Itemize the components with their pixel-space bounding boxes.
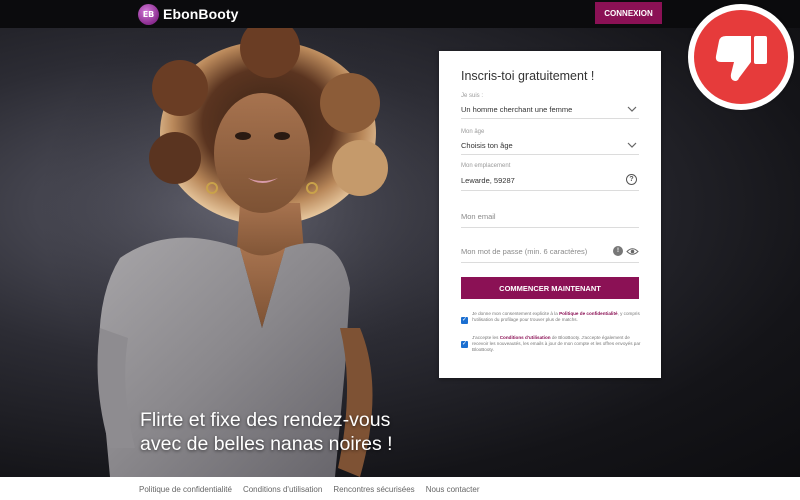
location-value: Lewarde, 59287 xyxy=(461,176,515,185)
page: EB EbonBooty CONNEXION Flirte et fixe de… xyxy=(0,0,800,500)
footer-link-safety[interactable]: Rencontres sécurisées xyxy=(333,485,414,494)
password-placeholder: Mon mot de passe (min. 6 caractères) xyxy=(461,247,588,256)
thumbs-down-icon xyxy=(715,36,767,81)
rating-badge xyxy=(688,4,794,110)
terms-checkbox[interactable]: ✓ xyxy=(461,341,468,348)
top-navbar: EB EbonBooty CONNEXION xyxy=(0,0,800,28)
chevron-down-icon xyxy=(627,106,637,112)
terms-link[interactable]: Conditions d'utilisation xyxy=(500,335,551,340)
terms-consent-text: J'accepte les Conditions d'utilisation d… xyxy=(472,335,641,353)
hero-headline-line-2: avec de belles nanas noires ! xyxy=(140,433,393,455)
footer: Politique de confidentialité Conditions … xyxy=(0,477,800,500)
login-button[interactable]: CONNEXION xyxy=(595,2,662,24)
eye-icon[interactable] xyxy=(626,247,639,256)
privacy-consent[interactable]: ✓ Je donne mon consentement explicite à … xyxy=(461,311,641,324)
privacy-policy-link[interactable]: Politique de confidentialité xyxy=(559,311,617,316)
form-title: Inscris-toi gratuitement ! xyxy=(461,69,595,83)
badge-circle xyxy=(694,10,788,104)
gender-select[interactable]: Je suis : Un homme cherchant une femme xyxy=(461,93,639,119)
email-input[interactable]: Mon email xyxy=(461,206,639,228)
age-select[interactable]: Mon âge Choisis ton âge xyxy=(461,129,639,155)
privacy-consent-text: Je donne mon consentement explicite à la… xyxy=(472,311,640,323)
logo-mark-icon: EB xyxy=(138,3,159,25)
location-label: Mon emplacement xyxy=(461,163,511,169)
age-value: Choisis ton âge xyxy=(461,141,513,150)
start-now-button[interactable]: COMMENCER MAINTENANT xyxy=(461,277,639,299)
gender-label: Je suis : xyxy=(461,93,484,99)
site-logo[interactable]: EB EbonBooty xyxy=(138,3,239,25)
privacy-checkbox[interactable]: ✓ xyxy=(461,317,468,324)
location-input[interactable]: Mon emplacement Lewarde, 59287 ? xyxy=(461,163,639,191)
help-icon[interactable]: ? xyxy=(626,174,637,185)
hero-headline: Flirte et fixe des rendez-vous avec de b… xyxy=(140,408,440,456)
password-input[interactable]: Mon mot de passe (min. 6 caractères) ! xyxy=(461,241,639,263)
chevron-down-icon xyxy=(627,142,637,148)
hero-section: Flirte et fixe des rendez-vous avec de b… xyxy=(0,28,800,477)
terms-consent[interactable]: ✓ J'accepte les Conditions d'utilisation… xyxy=(461,335,641,354)
gender-value: Un homme cherchant une femme xyxy=(461,105,573,114)
footer-link-contact[interactable]: Nous contacter xyxy=(426,485,480,494)
hero-headline-line-1: Flirte et fixe des rendez-vous xyxy=(140,409,391,431)
age-label: Mon âge xyxy=(461,129,485,135)
password-strength-icon: ! xyxy=(613,246,623,256)
signup-form-card: Inscris-toi gratuitement ! Je suis : Un … xyxy=(439,51,661,378)
footer-link-privacy[interactable]: Politique de confidentialité xyxy=(139,485,232,494)
email-placeholder: Mon email xyxy=(461,212,496,221)
footer-links: Politique de confidentialité Conditions … xyxy=(139,485,491,494)
footer-link-terms[interactable]: Conditions d'utilisation xyxy=(243,485,322,494)
logo-text: EbonBooty xyxy=(163,6,239,22)
